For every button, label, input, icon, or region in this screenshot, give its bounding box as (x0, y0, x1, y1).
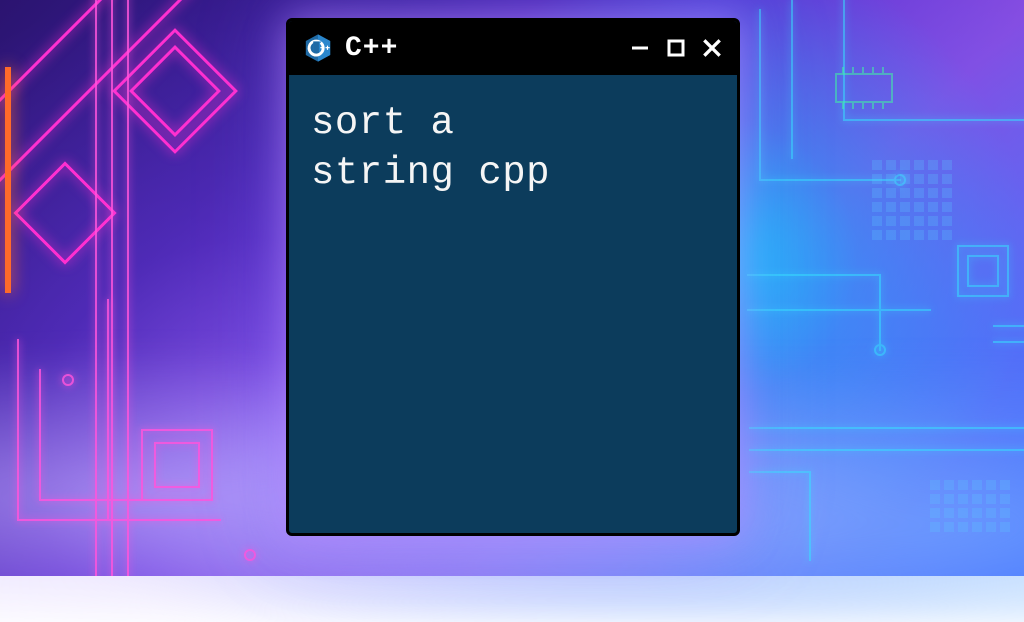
cpp-logo-icon (303, 33, 333, 63)
content-text: sort a string cpp (311, 99, 715, 199)
window-controls (629, 37, 723, 59)
maximize-button[interactable] (665, 37, 687, 59)
titlebar[interactable]: C++ (289, 21, 737, 75)
window-title: C++ (345, 33, 617, 64)
minimize-button[interactable] (629, 37, 651, 59)
terminal-window: C++ sort a string cpp (286, 18, 740, 536)
close-button[interactable] (701, 37, 723, 59)
terminal-window-shadow: C++ sort a string cpp (286, 18, 740, 536)
window-content: sort a string cpp (289, 75, 737, 533)
